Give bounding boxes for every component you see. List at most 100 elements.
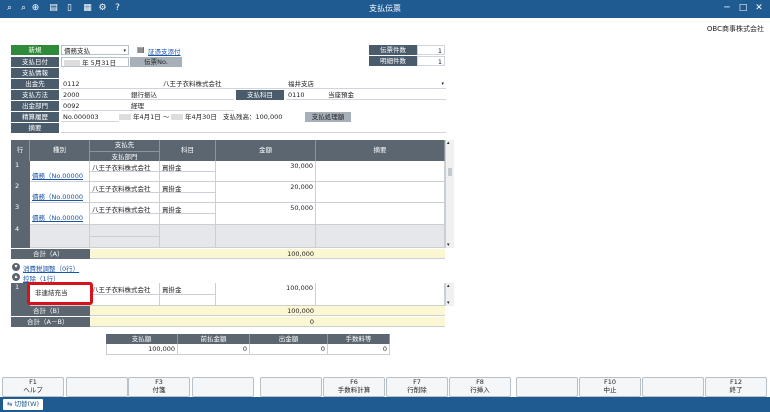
total-a-label: 合計（A） (11, 249, 90, 259)
row-subject: 買掛金 (160, 182, 216, 193)
row-payee-empty[interactable] (90, 225, 160, 237)
f9-button[interactable] (516, 377, 578, 397)
chevron-down-icon: ▾ (447, 242, 450, 248)
f2-button[interactable] (66, 377, 128, 397)
f8-insert-row-button[interactable]: F8 行挿入 (449, 377, 511, 397)
row-type-link[interactable]: 債務（No.00000 (30, 161, 90, 182)
switch-label: 切替(W) (14, 400, 40, 408)
offset-row-payee-dept (90, 295, 160, 306)
row-amount: 50,000 (216, 203, 316, 225)
account-code[interactable]: 0110 (286, 90, 326, 100)
f10-cancel-button[interactable]: F10 中止 (579, 377, 641, 397)
row-payee-dept (90, 193, 160, 203)
offset-row-amount: 100,000 (216, 283, 316, 306)
maximize-icon[interactable]: □ (736, 2, 750, 15)
chevron-down-icon: ▾ (123, 48, 126, 54)
expand-icon[interactable]: ▾ (12, 263, 20, 271)
summary-header-out: 出金額 (250, 334, 328, 344)
f12-exit-button[interactable]: F12 終了 (705, 377, 767, 397)
row-payee: 八王子衣料株式会社 (90, 182, 160, 193)
voucher-type-select[interactable]: 債務支払 ▾ (61, 45, 129, 55)
row-amount: 20,000 (216, 182, 316, 203)
title-bar: ⌕ ⌕ ⊕ ▤ ▯ ▦ ⚙ ? 支払伝票 ─ □ ✕ (0, 0, 770, 18)
f6-fee-calc-button[interactable]: F6 手数料計算 (323, 377, 385, 397)
row-amount-empty[interactable] (216, 225, 316, 248)
row-payee: 八王子衣料株式会社 (90, 161, 160, 172)
summary-pay: 100,000 (106, 344, 178, 355)
col-payee-dept: 支払部門 (90, 151, 160, 161)
memo-label: 摘要 (11, 123, 59, 133)
col-payee: 支払先 (90, 140, 160, 151)
company-name: OBC商事株式会社 (706, 25, 764, 33)
row-amount: 30,000 (216, 161, 316, 182)
chevron-down-icon: ▾ (441, 81, 444, 87)
row-subject: 買掛金 (160, 203, 216, 214)
f11-button[interactable] (642, 377, 704, 397)
summary-prepay: 0 (178, 344, 250, 355)
total-ab-label: 合計（A－B） (11, 317, 90, 327)
count-value: 1 (417, 45, 445, 55)
account-label: 支払科目 (236, 90, 284, 100)
evidence-link[interactable]: 証憑支添付 (148, 46, 181, 56)
row-subject-sub (160, 214, 216, 225)
summary-header-fee: 手数料等 (328, 334, 390, 344)
row-type-link[interactable]: 債務（No.00000 (30, 203, 90, 225)
row-subject: 買掛金 (160, 161, 216, 172)
detail-count-label: 明細件数 (369, 56, 417, 66)
settle-label: 精算履歴 (11, 112, 59, 122)
collapse-icon[interactable]: ▴ (12, 273, 20, 281)
pay-info-label: 支払情報 (11, 68, 59, 78)
row-memo-empty[interactable] (316, 225, 445, 248)
settle-to: 年4月30日 (185, 113, 217, 121)
chevron-up-icon: ▴ (447, 140, 450, 146)
summary-out: 0 (250, 344, 328, 355)
summary-fee: 0 (328, 344, 390, 355)
memo-field[interactable] (61, 123, 446, 133)
tax-adjust-link[interactable]: 消費税調整（0行） (23, 263, 79, 273)
window-title: 支払伝票 (369, 4, 401, 13)
type-link-text[interactable]: 債務（No.00000 (32, 214, 83, 222)
total-b-label: 合計（B） (11, 306, 90, 316)
method-code[interactable]: 2000 (61, 90, 129, 100)
f4-button[interactable] (192, 377, 254, 397)
dept-code[interactable]: 0092 (61, 101, 129, 111)
switch-button[interactable]: ⇆ 切替(W) (3, 399, 44, 410)
highlighted-offset-type[interactable]: 非連結充当 (27, 282, 93, 305)
row-type-empty[interactable] (30, 225, 90, 248)
f1-help-button[interactable]: F1 ヘルプ (2, 377, 64, 397)
mode-badge: 新規 (11, 45, 59, 55)
branch-select[interactable]: 福井支店 ▾ (286, 79, 446, 89)
row-memo[interactable] (316, 203, 445, 225)
settle-no: No.000003 (61, 112, 119, 122)
row-subject-empty[interactable] (160, 225, 216, 248)
grid-scrollbar[interactable]: ▴ ▾ (445, 140, 454, 248)
col-subject: 科目 (160, 140, 216, 161)
row-payee-dept (90, 172, 160, 182)
attachment-icon[interactable]: ▤ (137, 45, 145, 54)
row-memo[interactable] (316, 182, 445, 203)
offset-row-memo[interactable] (316, 283, 445, 306)
f7-delete-row-button[interactable]: F7 行削除 (386, 377, 448, 397)
date-field[interactable]: 年 5月31日 (61, 57, 129, 67)
row-memo[interactable] (316, 161, 445, 182)
scroll-thumb[interactable] (448, 168, 452, 176)
settle-process-button[interactable]: 支払処理額 (305, 112, 351, 122)
voucher-no-button[interactable]: 伝票No. (130, 57, 182, 67)
row-number: 3 (11, 203, 30, 225)
row-payee: 八王子衣料株式会社 (90, 203, 160, 214)
close-icon[interactable]: ✕ (752, 2, 766, 15)
type-link-text[interactable]: 債務（No.00000 (32, 172, 83, 180)
total-a-value: 100,000 (287, 250, 314, 258)
count-label: 伝票件数 (369, 45, 417, 55)
minimize-icon[interactable]: ─ (720, 2, 734, 15)
offset-row-subject-sub (160, 295, 216, 306)
offset-row-payee: 八王子衣料株式会社 (90, 283, 160, 295)
f5-button[interactable] (260, 377, 322, 397)
payee-code[interactable]: 0112 (61, 79, 161, 89)
offset-scrollbar[interactable]: ▴ ▾ (445, 283, 454, 306)
detail-count-value: 1 (417, 56, 445, 66)
row-type-link[interactable]: 債務（No.00000 (30, 182, 90, 203)
type-link-text[interactable]: 債務（No.00000 (32, 193, 83, 201)
row-payee-dept-empty[interactable] (90, 237, 160, 248)
f3-sticky-button[interactable]: F3 付箋 (128, 377, 190, 397)
